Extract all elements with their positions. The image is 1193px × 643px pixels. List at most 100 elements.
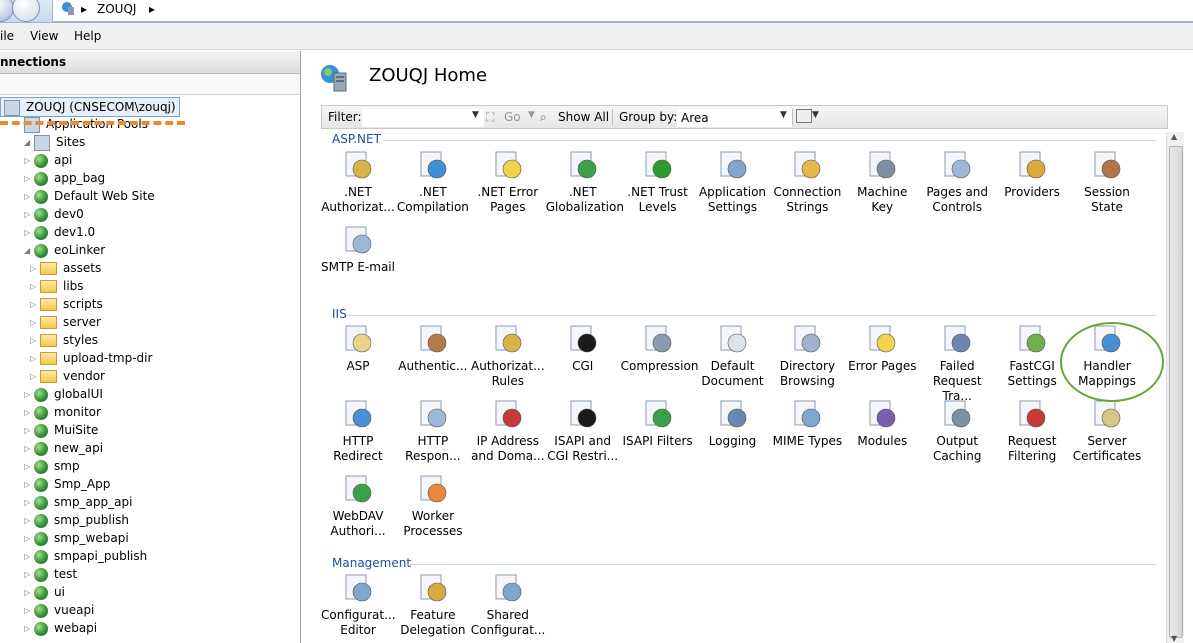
feature-item[interactable]: Configurat... Editor — [321, 572, 396, 638]
feature-item[interactable]: Request Filtering — [995, 398, 1069, 464]
feature-item[interactable]: Error Pages — [845, 323, 919, 374]
tree-item[interactable]: ▷ globalUI — [24, 385, 103, 403]
expander-icon[interactable]: ▷ — [24, 494, 34, 512]
tree-item[interactable]: ◢ Sites — [24, 133, 85, 151]
feature-item[interactable]: Logging — [696, 398, 770, 449]
feature-item[interactable]: Pages and Controls — [920, 149, 994, 215]
tree-item[interactable]: ▷ vueapi — [24, 601, 94, 619]
feature-item[interactable]: IP Address and Doma... — [471, 398, 545, 464]
tree-item[interactable]: ▷ smp — [24, 457, 80, 475]
expander-icon[interactable]: ▷ — [30, 332, 40, 350]
scroll-thumb[interactable] — [1169, 146, 1183, 638]
expander-icon[interactable]: ▷ — [24, 170, 34, 188]
feature-item[interactable]: Providers — [995, 149, 1069, 200]
scroll-down-icon[interactable]: ▼ — [1171, 634, 1177, 643]
expander-icon[interactable]: ▷ — [24, 476, 34, 494]
feature-item[interactable]: HTTP Redirect — [321, 398, 395, 464]
feature-item[interactable]: MIME Types — [770, 398, 844, 449]
feature-item[interactable]: ISAPI and CGI Restri... — [546, 398, 620, 464]
group-by-dropdown-icon[interactable]: ▼ — [780, 110, 787, 120]
tree-item[interactable]: ▷ dev1.0 — [24, 223, 95, 241]
expander-icon[interactable]: ▷ — [24, 602, 34, 620]
feature-item[interactable]: Server Certificates — [1070, 398, 1144, 464]
feature-item[interactable]: Shared Configurat... — [471, 572, 545, 638]
tree-item[interactable]: ▷ vendor — [30, 367, 105, 385]
menu-file[interactable]: ile — [0, 29, 14, 43]
expander-icon[interactable]: ▷ — [30, 296, 40, 314]
tree-item[interactable]: ▷ upload-tmp-dir — [30, 349, 152, 367]
feature-item[interactable]: ASP — [321, 323, 395, 374]
feature-item[interactable]: Session State — [1070, 149, 1144, 215]
tree-item[interactable]: ▷ api — [24, 151, 72, 169]
feature-item[interactable]: Authorizat... Rules — [471, 323, 545, 389]
tree-item[interactable]: ▷ smp_app_api — [24, 493, 132, 511]
feature-item[interactable]: Application Settings — [696, 149, 770, 215]
group-by-select[interactable]: Area — [677, 109, 792, 127]
breadcrumb-server[interactable]: ZOUQJ — [97, 2, 136, 16]
expander-icon[interactable]: ▷ — [24, 512, 34, 530]
menu-help[interactable]: Help — [74, 29, 101, 43]
show-all-button[interactable]: Show All — [558, 110, 609, 124]
view-dropdown-icon[interactable]: ▼ — [812, 110, 819, 120]
tree-item[interactable]: ▷ monitor — [24, 403, 101, 421]
go-dropdown-icon[interactable]: ▼ — [528, 110, 535, 120]
expander-icon[interactable]: ▷ — [30, 278, 40, 296]
expander-icon[interactable]: ▷ — [24, 422, 34, 440]
address-box[interactable]: ▸ ZOUQJ ▸ — [52, 0, 1193, 22]
tree-item[interactable]: ▷ MuiSite — [24, 421, 98, 439]
expander-icon[interactable]: ◢ — [24, 242, 34, 260]
tree-item[interactable]: ▷ ui — [24, 583, 65, 601]
tree-item[interactable]: ▷ smp_publish — [24, 511, 129, 529]
expander-icon[interactable]: ▷ — [24, 548, 34, 566]
feature-item[interactable]: SMTP E-mail — [321, 224, 395, 275]
tree-item[interactable]: ▷ Default Web Site — [24, 187, 155, 205]
feature-item[interactable]: Machine Key — [845, 149, 919, 215]
tree-item[interactable]: ▷ new_api — [24, 439, 103, 457]
feature-item[interactable]: Output Caching — [920, 398, 994, 464]
feature-item[interactable]: Connection Strings — [770, 149, 844, 215]
tree-item[interactable]: ▷ dev0 — [24, 205, 84, 223]
feature-item[interactable]: .NET Compilation — [396, 149, 470, 215]
expander-icon[interactable]: ▷ — [24, 584, 34, 602]
tree-item[interactable]: ▷ assets — [30, 259, 101, 277]
expander-icon[interactable]: ◢ — [24, 134, 34, 152]
expander-icon[interactable]: ▷ — [24, 386, 34, 404]
tree-item[interactable]: ◢ eoLinker — [24, 241, 105, 259]
feature-item[interactable]: CGI — [546, 323, 620, 374]
expander-icon[interactable]: ▷ — [24, 566, 34, 584]
tree-item[interactable]: ▷ app_bag — [24, 169, 105, 187]
feature-item[interactable]: Worker Processes — [396, 473, 470, 539]
expander-icon[interactable]: ▷ — [24, 620, 34, 638]
tree-item[interactable]: ▷ libs — [30, 277, 84, 295]
expander-icon[interactable]: ▷ — [24, 404, 34, 422]
tree-item[interactable]: ▷ Smp_App — [24, 475, 110, 493]
feature-item[interactable]: .NET Globalization — [546, 149, 624, 215]
feature-item[interactable]: Directory Browsing — [770, 323, 844, 389]
feature-item[interactable]: Compression — [621, 323, 698, 374]
feature-item[interactable]: Modules — [845, 398, 919, 449]
feature-item[interactable]: FastCGI Settings — [995, 323, 1069, 389]
tree-item[interactable]: ▷ test — [24, 565, 77, 583]
feature-item[interactable]: Feature Delegation — [396, 572, 470, 638]
expander-icon[interactable]: ▷ — [30, 368, 40, 386]
expander-icon[interactable]: ▷ — [24, 188, 34, 206]
forward-button[interactable] — [12, 0, 40, 22]
feature-item[interactable]: Authentic... — [396, 323, 470, 374]
expander-icon[interactable]: ▷ — [24, 152, 34, 170]
feature-item[interactable]: WebDAV Authori... — [321, 473, 395, 539]
expander-icon[interactable]: ▷ — [24, 206, 34, 224]
feature-item[interactable]: .NET Authorizat... — [321, 149, 395, 215]
filter-input[interactable] — [362, 109, 484, 127]
tree-item[interactable]: ZOUQJ (CNSECOM\zouqj) — [0, 97, 180, 117]
view-icon[interactable] — [796, 109, 812, 123]
expander-icon[interactable]: ▷ — [24, 224, 34, 242]
scroll-up-icon[interactable]: ▲ — [1171, 132, 1177, 141]
tree-item[interactable]: ▷ scripts — [30, 295, 103, 313]
feature-item[interactable]: ISAPI Filters — [621, 398, 695, 449]
feature-item[interactable]: .NET Error Pages — [471, 149, 545, 215]
feature-item[interactable]: .NET Trust Levels — [621, 149, 695, 215]
expander-icon[interactable]: ▷ — [30, 314, 40, 332]
tree-item[interactable]: ▷ styles — [30, 331, 98, 349]
go-button[interactable]: Go — [504, 110, 521, 124]
expander-icon[interactable]: ▷ — [24, 530, 34, 548]
